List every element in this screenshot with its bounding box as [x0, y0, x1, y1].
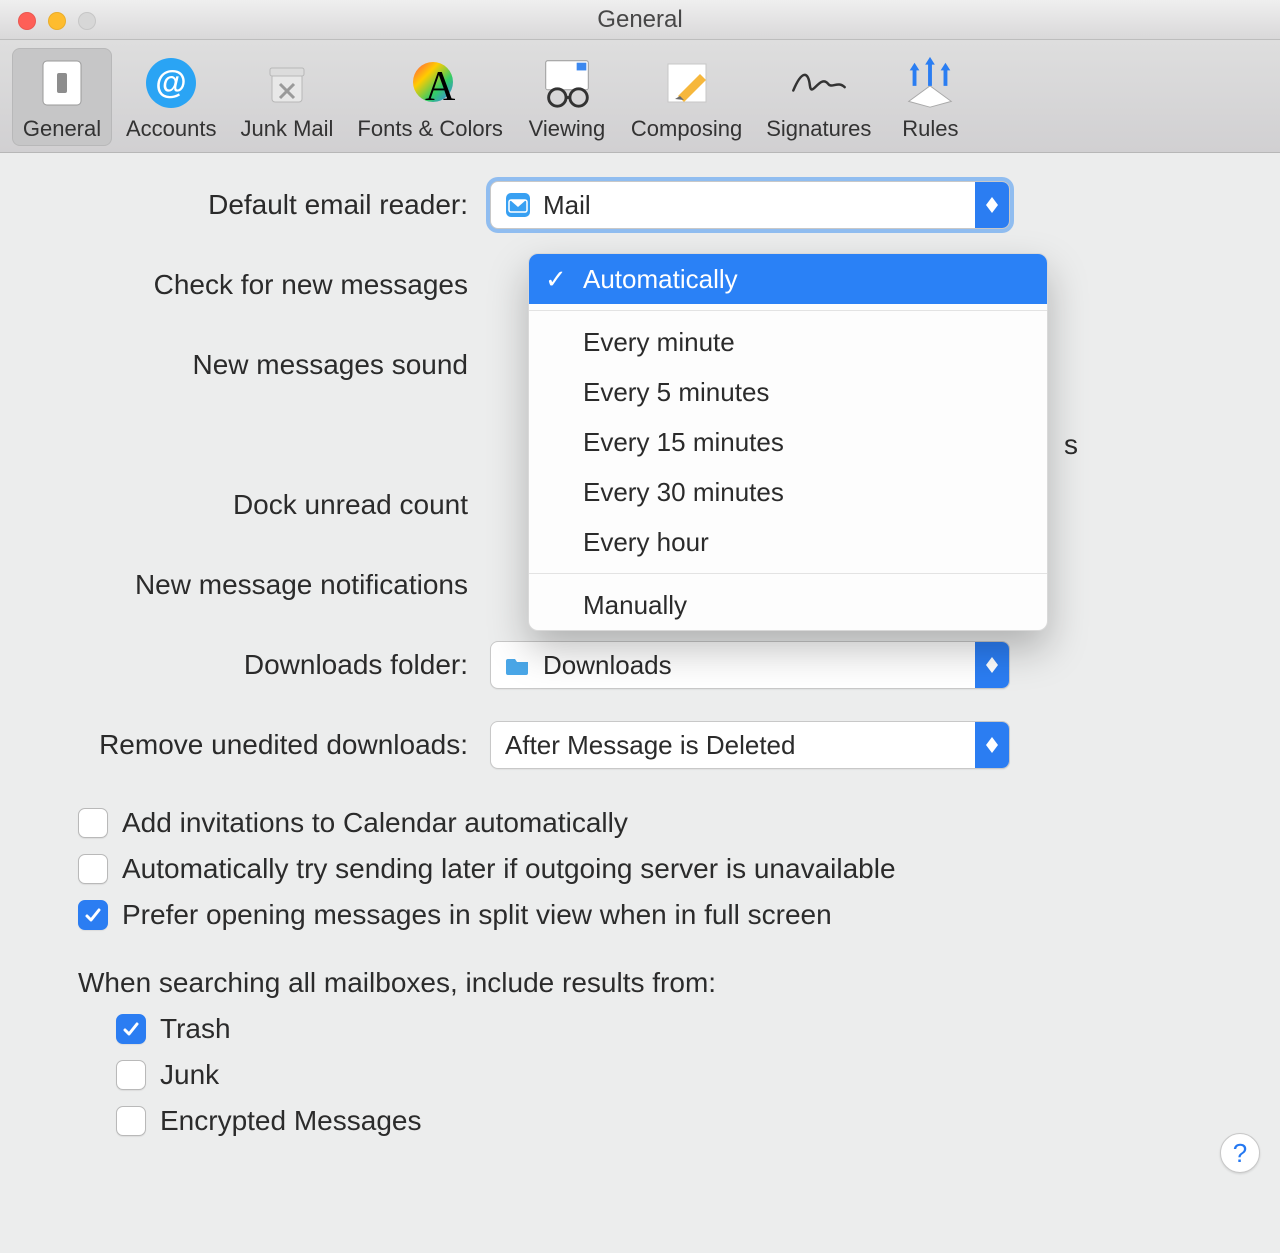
check-auto-send-later[interactable]: Automatically try sending later if outgo… [78, 853, 1220, 885]
window-controls [18, 12, 96, 30]
tab-label: General [23, 116, 101, 142]
tab-accounts[interactable]: @ Accounts [116, 48, 227, 146]
tab-label: Junk Mail [241, 116, 334, 142]
label-search-section: When searching all mailboxes, include re… [78, 967, 1220, 999]
menuitem-label: Every 5 minutes [583, 377, 769, 408]
tab-composing[interactable]: Composing [621, 48, 752, 146]
menu-divider [529, 310, 1047, 311]
row-remove-unedited: Remove unedited downloads: After Message… [60, 721, 1220, 769]
rules-icon [901, 54, 959, 112]
check-junk[interactable]: Junk [116, 1059, 1220, 1091]
select-remove-unedited[interactable]: After Message is Deleted [490, 721, 1010, 769]
row-default-reader: Default email reader: Mail [60, 181, 1220, 229]
checkbox-icon [78, 854, 108, 884]
tab-signatures[interactable]: Signatures [756, 48, 881, 146]
tab-viewing[interactable]: Viewing [517, 48, 617, 146]
check-encrypted[interactable]: Encrypted Messages [116, 1105, 1220, 1137]
folder-icon [505, 652, 531, 678]
menuitem-manually[interactable]: Manually [529, 580, 1047, 630]
menuitem-every-30-minutes[interactable]: Every 30 minutes [529, 467, 1047, 517]
svg-text:A: A [425, 64, 456, 110]
menuitem-every-5-minutes[interactable]: Every 5 minutes [529, 367, 1047, 417]
checkbox-icon [116, 1106, 146, 1136]
tab-label: Signatures [766, 116, 871, 142]
checkbox-icon [78, 900, 108, 930]
updown-stepper-icon [975, 722, 1009, 768]
general-pane: Default email reader: Mail Check for new… [0, 153, 1280, 1191]
label-downloads-folder: Downloads folder: [60, 649, 490, 681]
check-label: Junk [160, 1059, 219, 1091]
check-label: Automatically try sending later if outgo… [122, 853, 896, 885]
menuitem-label: Every hour [583, 527, 709, 558]
minimize-window-button[interactable] [48, 12, 66, 30]
check-label: Encrypted Messages [160, 1105, 421, 1137]
checkmark-icon: ✓ [545, 264, 567, 295]
general-check-group: Add invitations to Calendar automaticall… [60, 807, 1220, 931]
general-icon [33, 54, 91, 112]
menuitem-label: Automatically [583, 264, 738, 295]
menuitem-every-minute[interactable]: Every minute [529, 317, 1047, 367]
menuitem-every-hour[interactable]: Every hour [529, 517, 1047, 567]
search-check-group: Trash Junk Encrypted Messages [60, 1013, 1220, 1137]
signature-icon [790, 54, 848, 112]
menu-divider [529, 573, 1047, 574]
tab-label: Viewing [529, 116, 606, 142]
tab-general[interactable]: General [12, 48, 112, 146]
viewing-icon [538, 54, 596, 112]
help-button[interactable]: ? [1220, 1133, 1260, 1173]
updown-stepper-icon [975, 642, 1009, 688]
select-downloads-folder[interactable]: Downloads [490, 641, 1010, 689]
updown-stepper-icon [975, 182, 1009, 228]
tab-label: Rules [902, 116, 958, 142]
label-default-reader: Default email reader: [60, 189, 490, 221]
tab-label: Fonts & Colors [357, 116, 503, 142]
accounts-icon: @ [142, 54, 200, 112]
trailing-label: s [1064, 429, 1078, 461]
tab-rules[interactable]: Rules [885, 48, 975, 146]
menuitem-label: Every 30 minutes [583, 477, 784, 508]
check-label: Add invitations to Calendar automaticall… [122, 807, 628, 839]
close-window-button[interactable] [18, 12, 36, 30]
title-bar: General [0, 0, 1280, 40]
checkbox-icon [78, 808, 108, 838]
menuitem-label: Manually [583, 590, 687, 621]
trash-icon [258, 54, 316, 112]
compose-icon [658, 54, 716, 112]
menuitem-every-15-minutes[interactable]: Every 15 minutes [529, 417, 1047, 467]
select-default-reader[interactable]: Mail [490, 181, 1010, 229]
menuitem-automatically[interactable]: ✓ Automatically [529, 254, 1047, 304]
label-notifications: New message notifications [60, 569, 490, 601]
window-title: General [0, 6, 1280, 34]
tab-fonts-colors[interactable]: A Fonts & Colors [347, 48, 513, 146]
row-downloads-folder: Downloads folder: Downloads [60, 641, 1220, 689]
menuitem-label: Every 15 minutes [583, 427, 784, 458]
help-icon: ? [1233, 1138, 1247, 1169]
menuitem-label: Every minute [583, 327, 735, 358]
popup-check-messages: ✓ Automatically Every minute Every 5 min… [528, 253, 1048, 631]
checkbox-icon [116, 1014, 146, 1044]
check-label: Prefer opening messages in split view wh… [122, 899, 832, 931]
select-value: After Message is Deleted [505, 730, 795, 761]
select-value: Downloads [543, 650, 672, 681]
check-add-invitations[interactable]: Add invitations to Calendar automaticall… [78, 807, 1220, 839]
tab-label: Composing [631, 116, 742, 142]
check-prefer-split[interactable]: Prefer opening messages in split view wh… [78, 899, 1220, 931]
fonts-colors-icon: A [401, 54, 459, 112]
svg-text:@: @ [156, 64, 187, 100]
mail-app-icon [505, 192, 531, 218]
check-trash[interactable]: Trash [116, 1013, 1220, 1045]
tab-label: Accounts [126, 116, 217, 142]
check-label: Trash [160, 1013, 231, 1045]
select-value: Mail [543, 190, 591, 221]
label-dock-unread: Dock unread count [60, 489, 490, 521]
preferences-toolbar: General @ Accounts Junk Mail [0, 40, 1280, 153]
label-remove-unedited: Remove unedited downloads: [60, 729, 490, 761]
label-check-messages: Check for new messages [60, 269, 490, 301]
zoom-window-button[interactable] [78, 12, 96, 30]
label-new-sound: New messages sound [60, 349, 490, 381]
tab-junk-mail[interactable]: Junk Mail [231, 48, 344, 146]
checkbox-icon [116, 1060, 146, 1090]
